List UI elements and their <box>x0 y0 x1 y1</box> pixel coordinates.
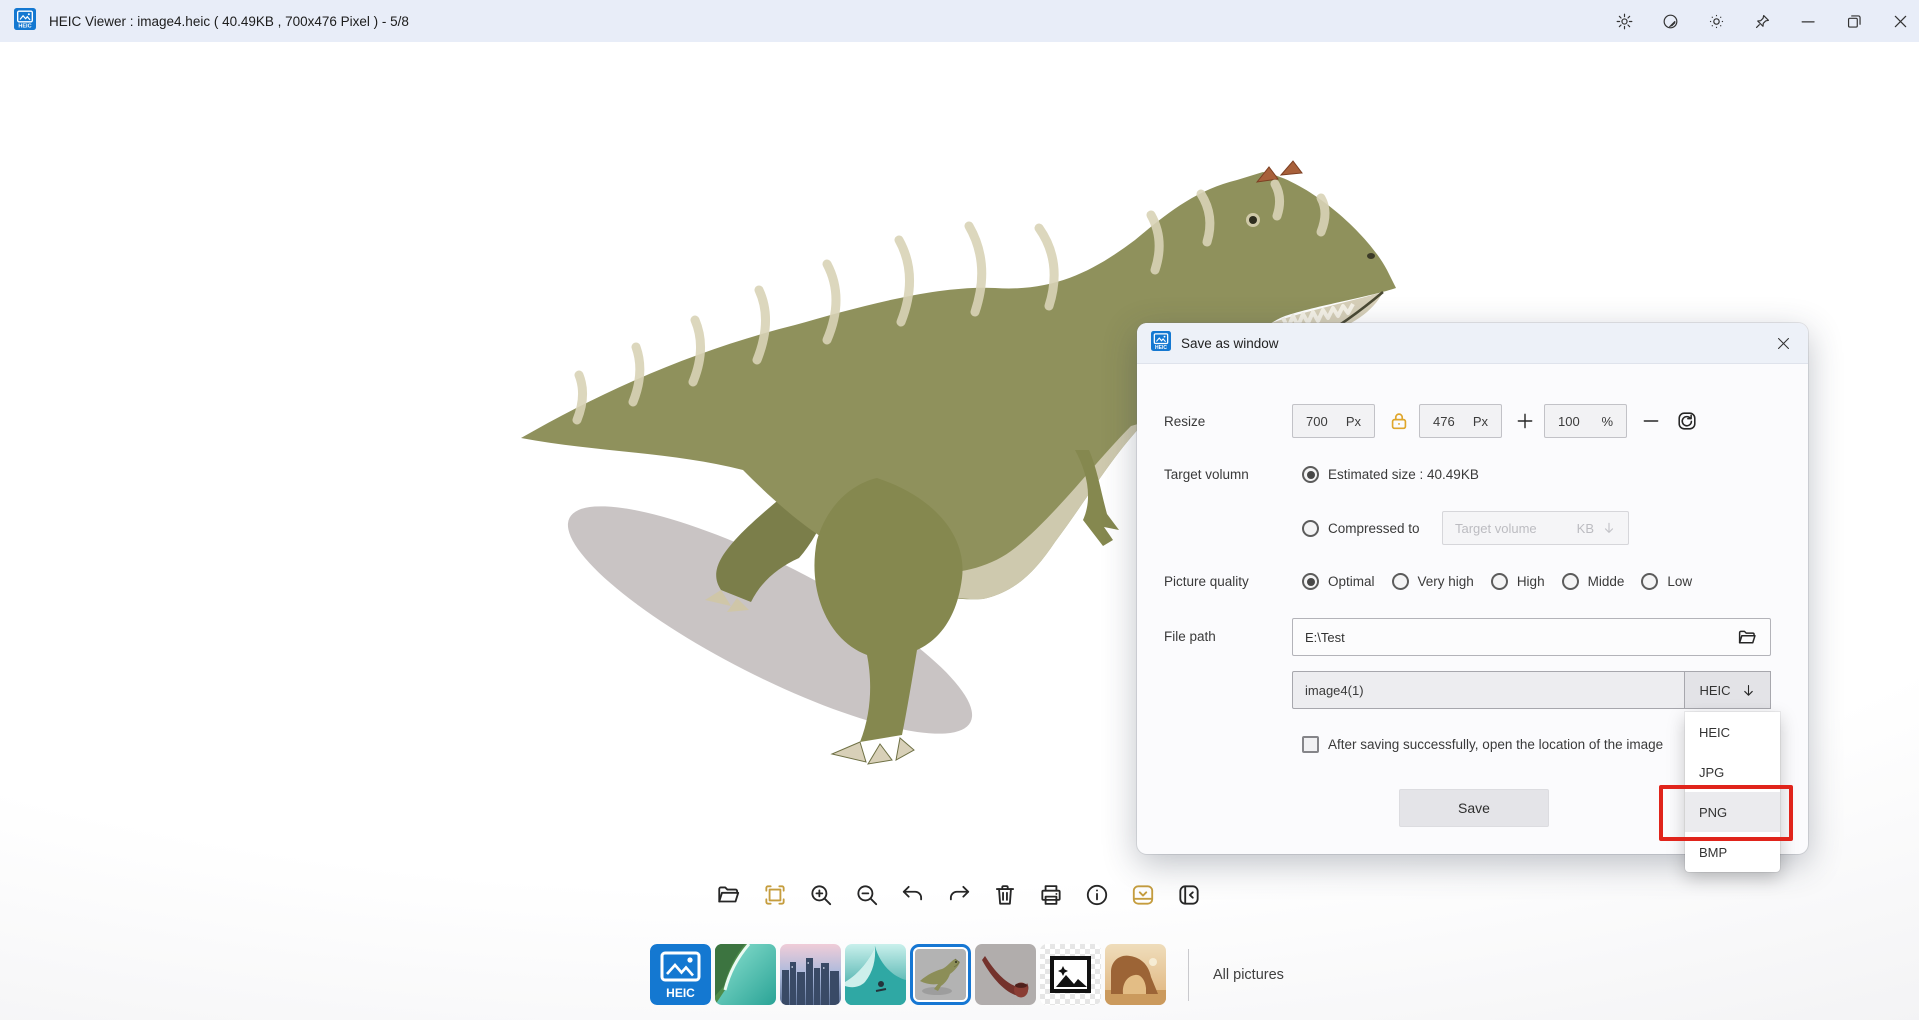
decrease-icon[interactable] <box>1638 408 1664 434</box>
lock-ratio-icon[interactable] <box>1386 408 1412 434</box>
theme-icon[interactable] <box>1660 11 1681 32</box>
file-path-input[interactable]: E:\Test <box>1292 618 1771 656</box>
all-pictures-label[interactable]: All pictures <box>1213 967 1284 983</box>
target-volume-unit: KB <box>1577 521 1594 536</box>
dialog-icon: HEIC <box>1151 331 1171 356</box>
app-icon: HEIC <box>14 8 36 35</box>
quality-midde-radio[interactable] <box>1562 573 1579 590</box>
filmstrip-separator <box>1188 949 1189 1001</box>
dialog-close-icon[interactable] <box>1772 332 1794 354</box>
format-option-heic[interactable]: HEIC <box>1685 712 1780 752</box>
pin-icon[interactable] <box>1752 11 1773 32</box>
minimize-button[interactable] <box>1798 11 1819 32</box>
thumbnail-dinosaur-selected[interactable] <box>910 944 971 1005</box>
dropdown-arrow-icon <box>1741 683 1756 698</box>
estimated-size-label: Estimated size : 40.49KB <box>1328 467 1479 482</box>
open-folder-icon[interactable] <box>716 882 742 908</box>
info-icon[interactable] <box>1084 882 1110 908</box>
thumbnail-tobacco-pipe[interactable] <box>975 944 1036 1005</box>
brightness-icon[interactable] <box>1706 11 1727 32</box>
zoom-out-icon[interactable] <box>854 882 880 908</box>
redo-icon[interactable] <box>946 882 972 908</box>
reset-size-icon[interactable] <box>1674 408 1700 434</box>
resize-width-input[interactable]: 700 Px <box>1292 404 1375 438</box>
resize-height-value: 476 <box>1433 414 1455 429</box>
resize-percent-value: 100 <box>1558 414 1580 429</box>
resize-percent-unit: % <box>1601 414 1613 429</box>
target-volumn-label: Target volumn <box>1164 467 1249 482</box>
file-name-value: image4(1) <box>1305 683 1364 698</box>
png-highlight-box <box>1659 785 1793 841</box>
quality-very-high[interactable]: Very high <box>1392 573 1474 590</box>
resize-height-unit: Px <box>1473 414 1488 429</box>
window-title: HEIC Viewer : image4.heic ( 40.49KB , 70… <box>49 14 409 29</box>
svg-text:HEIC: HEIC <box>18 23 31 29</box>
compressed-to-radio-row[interactable]: Compressed to <box>1302 520 1420 537</box>
collapse-panel-icon[interactable] <box>1176 882 1202 908</box>
bottom-toolbar <box>716 882 1202 908</box>
resize-label: Resize <box>1164 414 1205 429</box>
resize-width-value: 700 <box>1306 414 1328 429</box>
quality-very-high-radio[interactable] <box>1392 573 1409 590</box>
quality-midde[interactable]: Midde <box>1562 573 1625 590</box>
save-button[interactable]: Save <box>1399 789 1549 827</box>
compressed-to-label: Compressed to <box>1328 521 1420 536</box>
thumbnail-city-skyline[interactable] <box>780 944 841 1005</box>
open-location-checkbox[interactable] <box>1302 736 1319 753</box>
resize-width-unit: Px <box>1346 414 1361 429</box>
estimated-size-radio-row[interactable]: Estimated size : 40.49KB <box>1302 466 1479 483</box>
open-location-row[interactable]: After saving successfully, open the loca… <box>1302 736 1663 753</box>
target-volume-placeholder: Target volume <box>1455 521 1569 536</box>
resize-height-input[interactable]: 476 Px <box>1419 404 1502 438</box>
quality-high[interactable]: High <box>1491 573 1545 590</box>
close-button[interactable] <box>1890 11 1911 32</box>
zoom-in-icon[interactable] <box>808 882 834 908</box>
thumbnail-image-placeholder[interactable] <box>1040 944 1101 1005</box>
settings-icon[interactable] <box>1614 11 1635 32</box>
estimated-size-radio[interactable] <box>1302 466 1319 483</box>
print-icon[interactable] <box>1038 882 1064 908</box>
compressed-to-radio[interactable] <box>1302 520 1319 537</box>
dialog-header: HEIC Save as window <box>1137 323 1808 364</box>
thumbnail-heic-logo[interactable]: HEIC <box>650 944 711 1005</box>
browse-folder-icon[interactable] <box>1737 627 1758 648</box>
file-path-label: File path <box>1164 629 1216 644</box>
thumbnail-coastline[interactable] <box>715 944 776 1005</box>
format-select[interactable]: HEIC <box>1684 671 1771 709</box>
maximize-button[interactable] <box>1844 11 1865 32</box>
heic-thumb-label: HEIC <box>666 986 695 1000</box>
quality-low[interactable]: Low <box>1641 573 1692 590</box>
quality-optimal-radio[interactable] <box>1302 573 1319 590</box>
picture-quality-options: Optimal Very high High Midde Low <box>1302 573 1692 590</box>
dialog-title: Save as window <box>1181 336 1279 351</box>
save-as-icon[interactable] <box>1130 882 1156 908</box>
quality-optimal[interactable]: Optimal <box>1302 573 1375 590</box>
svg-text:HEIC: HEIC <box>1155 344 1167 350</box>
picture-quality-label: Picture quality <box>1164 574 1249 589</box>
thumbnail-surfing-wave[interactable] <box>845 944 906 1005</box>
quality-low-radio[interactable] <box>1641 573 1658 590</box>
open-location-label: After saving successfully, open the loca… <box>1328 737 1663 752</box>
thumbnail-desert-arch[interactable] <box>1105 944 1166 1005</box>
delete-icon[interactable] <box>992 882 1018 908</box>
resize-percent-input[interactable]: 100 % <box>1544 404 1627 438</box>
fit-frame-icon[interactable] <box>762 882 788 908</box>
thumbnail-strip: HEIC All pictures <box>650 944 1284 1005</box>
target-volume-input: Target volume KB <box>1442 511 1629 545</box>
title-bar: HEIC HEIC Viewer : image4.heic ( 40.49KB… <box>0 0 1919 42</box>
format-select-value: HEIC <box>1699 683 1730 698</box>
quality-high-radio[interactable] <box>1491 573 1508 590</box>
disabled-dropdown-arrow-icon <box>1602 521 1616 535</box>
increase-icon[interactable] <box>1512 408 1538 434</box>
file-path-value: E:\Test <box>1305 630 1345 645</box>
undo-icon[interactable] <box>900 882 926 908</box>
